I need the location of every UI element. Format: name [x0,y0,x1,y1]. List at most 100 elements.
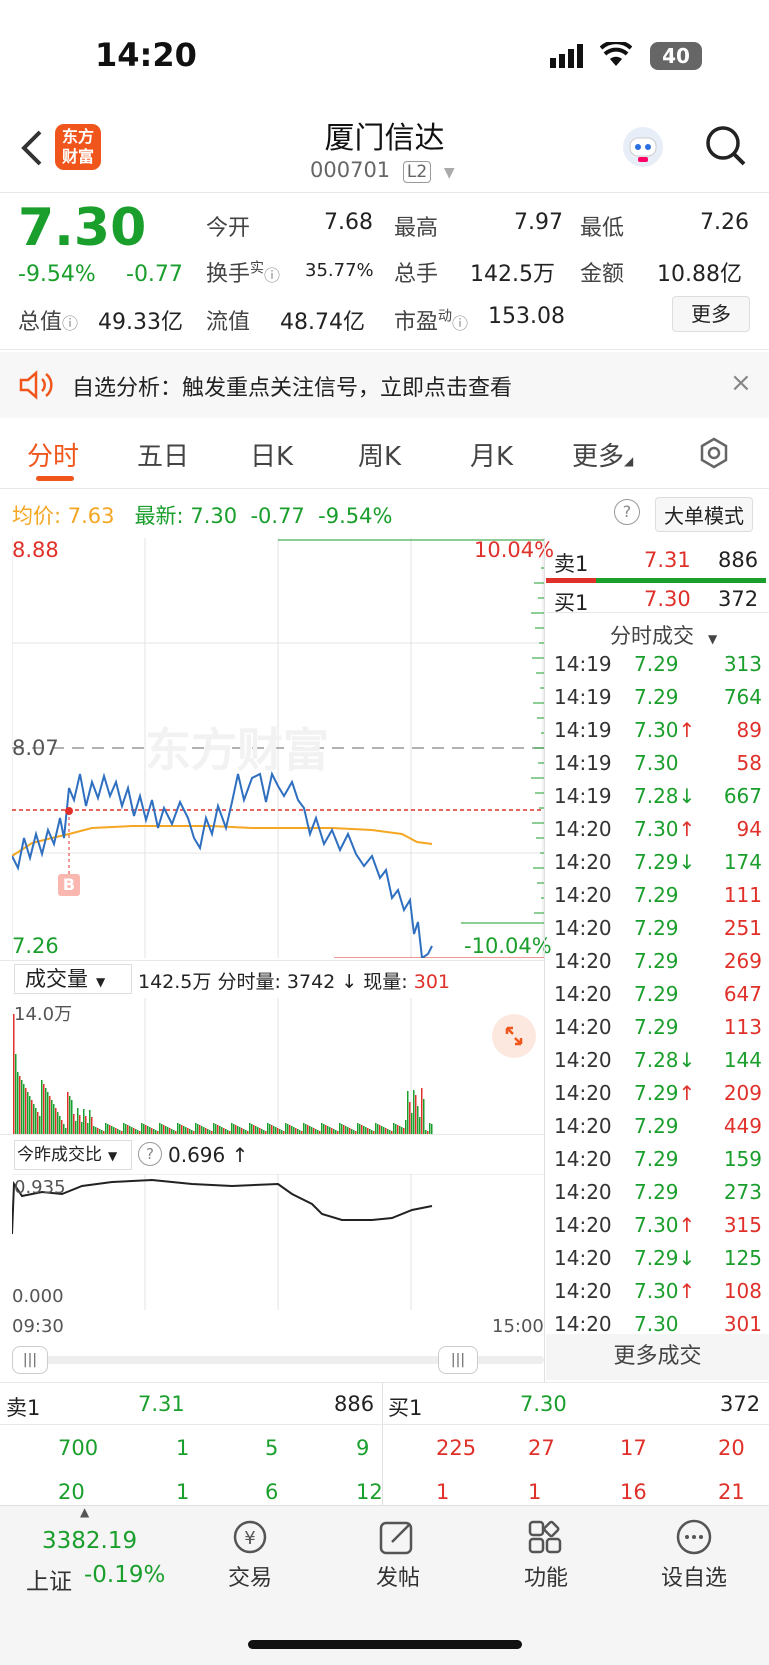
volume-selector[interactable]: 成交量 ▼ [14,964,132,994]
ratio-chart[interactable] [12,1174,544,1310]
volume-bar [47,1092,49,1134]
volume-bar [127,1125,129,1134]
trade-time: 14:20 [554,1213,612,1237]
volume-bar [143,1124,145,1134]
trade-time: 14:20 [554,817,612,841]
function-icon[interactable] [526,1518,566,1560]
trade-price: 7.29↓ [634,1246,696,1270]
volume-bar [285,1123,287,1134]
volume-bar [217,1125,219,1134]
nav-watchlist[interactable]: 设自选 [634,1560,754,1592]
volume-bar [235,1125,237,1134]
book-ask-cell: 700 [58,1436,99,1460]
scroll-handle-right[interactable]: ||| [438,1346,478,1374]
volume-bar [405,1120,407,1134]
high-value: 7.97 [514,210,563,235]
trade-time: 14:19 [554,784,612,808]
tab-daily-k[interactable]: 日K [250,436,293,473]
index-name[interactable]: 上证 [26,1562,72,1596]
volume-bar [71,1100,73,1134]
tab-more[interactable]: 更多◢ [572,436,633,473]
nav-trade[interactable]: 交易 [190,1560,310,1592]
stock-code-row[interactable]: 000701 L2 ▼ [310,158,455,183]
trade-price: 7.29↑ [634,1081,696,1105]
volume-value: 142.5万 [470,262,555,287]
tab-five-day[interactable]: 五日 [137,436,189,473]
bid-ask-ratio-bar [546,578,766,583]
volume-bar [89,1110,91,1134]
side-bid1-vol: 372 [718,587,759,611]
volume-bar [411,1113,413,1134]
trade-time: 14:19 [554,718,612,742]
volume-bar [165,1126,167,1134]
close-icon[interactable]: × [730,368,752,398]
book-ask-cell: 5 [265,1436,279,1460]
index-pct[interactable]: -0.19% [84,1562,165,1588]
trades-title[interactable]: 分时成交 ▼ [610,620,717,650]
expand-icon[interactable] [492,1014,536,1058]
volume-bar [399,1126,401,1134]
volume-bar [429,1123,431,1134]
nav-post[interactable]: 发帖 [338,1560,458,1592]
tab-monthly-k[interactable]: 月K [470,436,513,473]
post-icon[interactable] [378,1518,418,1560]
ratio-axis-top: 0.935 [14,1177,66,1198]
more-quote-button[interactable]: 更多 [672,296,750,332]
tab-active-indicator [36,476,74,481]
volume-bar [43,1084,45,1134]
volume-bar [63,1124,65,1134]
analysis-banner[interactable]: 自选分析：触发重点关注信号，立即点击查看 × [0,352,769,418]
volume-bar [213,1123,215,1134]
pe-value: 153.08 [488,304,565,329]
buy-marker[interactable]: B [58,874,80,896]
tab-intraday[interactable]: 分时 [27,436,79,473]
trade-time: 14:20 [554,1246,612,1270]
ratio-selector[interactable]: 今昨成交比 ▼ [14,1140,132,1170]
volume-bar [29,1096,31,1134]
tab-weekly-k[interactable]: 周K [358,436,401,473]
settings-icon[interactable] [697,436,731,474]
high-label: 最高 [394,216,439,241]
big-order-mode-button[interactable]: 大单模式 [655,497,753,532]
volume-bar [111,1126,113,1134]
trade-time: 14:20 [554,982,612,1006]
help-icon[interactable]: ? [138,1142,162,1166]
pct-axis-top: 10.04% [474,538,555,562]
volume-bar [195,1123,197,1134]
volume-bar [305,1124,307,1134]
trade-row: 14:20 7.29 647 [552,982,762,1014]
scroll-handle-left[interactable]: ||| [12,1346,48,1374]
float-cap-label: 流值 [206,310,251,335]
more-trades-button[interactable]: 更多成交 [546,1334,769,1380]
trade-volume: 449 [723,1114,762,1138]
index-value[interactable]: 3382.19 [42,1528,137,1554]
trade-price: 7.29 [634,1114,679,1138]
book-ask-cell: 1 [176,1436,190,1460]
trade-icon[interactable]: ¥ [228,1518,272,1560]
volume-bar [377,1124,379,1134]
volume-bar [321,1123,323,1134]
more-options-icon[interactable] [674,1518,714,1560]
avg-price-line [12,825,433,857]
volume-bar [147,1126,149,1134]
volume-bar [37,1112,39,1134]
trade-volume: 667 [723,784,762,808]
volume-max-label: 14.0万 [14,1004,73,1025]
volume-bar [199,1125,201,1134]
volume-bar [253,1125,255,1134]
book-bid-cell: 16 [620,1480,647,1504]
status-time: 14:20 [95,36,197,74]
volume-bar [57,1112,59,1134]
robot-assistant-icon[interactable] [620,124,666,174]
volume-chart[interactable] [12,998,544,1134]
volume-bar [107,1124,109,1134]
nav-function[interactable]: 功能 [486,1560,606,1592]
search-icon[interactable] [704,124,748,174]
volume-bar [161,1124,163,1134]
volume-bar [77,1108,79,1134]
help-icon[interactable]: ? [614,499,640,525]
volume-bar [359,1124,361,1134]
battery-icon: 40 [650,42,702,70]
trade-volume: 144 [723,1048,762,1072]
pe-label: 市盈动ⓘ [394,308,469,335]
